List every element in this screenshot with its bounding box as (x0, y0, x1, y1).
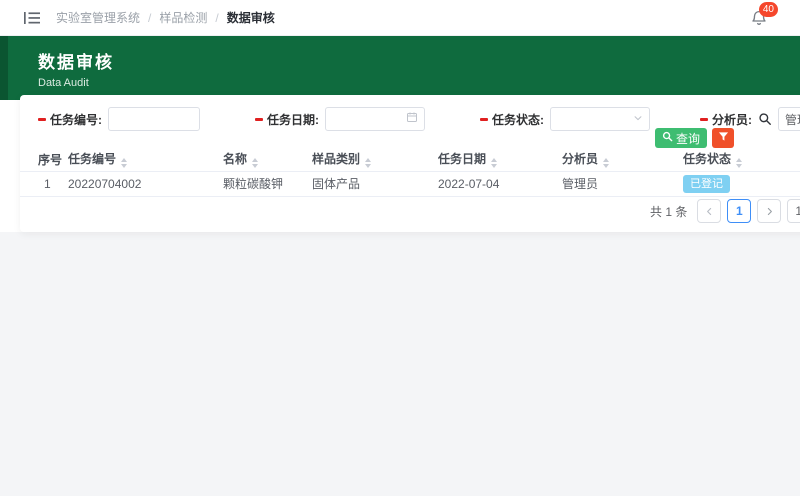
filter-task-no: 任务编号: (38, 107, 200, 131)
cell-task-no: 20220704002 (68, 171, 223, 196)
sort-icon[interactable] (736, 158, 742, 168)
col-seq: 序号 (20, 148, 68, 171)
results-table: 序号 任务编号 名称 样品类别 任务日期 分析员 任务状态 1 20220704… (20, 148, 800, 197)
analyst-label: 分析员: (712, 111, 752, 128)
advanced-filter-button[interactable] (712, 128, 734, 148)
sort-icon[interactable] (121, 158, 127, 168)
col-status[interactable]: 任务状态 (683, 148, 800, 171)
cell-seq: 1 (20, 171, 68, 196)
calendar-icon (406, 110, 418, 128)
search-icon (662, 131, 673, 145)
analyst-input[interactable] (778, 107, 800, 131)
breadcrumb-separator: / (148, 11, 151, 25)
sort-icon[interactable] (365, 158, 371, 168)
sort-icon[interactable] (603, 158, 609, 168)
pagination-page-1[interactable]: 1 (727, 199, 751, 223)
breadcrumb-item-system[interactable]: 实验室管理系统 (56, 9, 140, 26)
task-date-label: 任务日期: (267, 111, 319, 128)
task-status-select[interactable] (550, 107, 650, 131)
breadcrumb-separator: / (215, 11, 218, 25)
task-status-label: 任务状态: (492, 111, 544, 128)
sort-icon[interactable] (491, 158, 497, 168)
page-size-select[interactable]: 10 (787, 199, 800, 223)
analyst-search-icon[interactable] (758, 112, 772, 126)
required-mark (255, 118, 263, 121)
page-subtitle: Data Audit (38, 77, 800, 89)
chevron-down-icon (633, 110, 643, 128)
pagination-prev-button[interactable] (697, 199, 721, 223)
cell-analyst: 管理员 (562, 171, 683, 196)
status-badge: 已登记 (683, 175, 730, 193)
col-analyst[interactable]: 分析员 (562, 148, 683, 171)
cell-status: 已登记 (683, 171, 800, 196)
task-no-input[interactable] (108, 107, 200, 131)
funnel-icon (718, 131, 729, 145)
cell-category: 固体产品 (312, 171, 438, 196)
col-date[interactable]: 任务日期 (438, 148, 562, 171)
search-button[interactable]: 查询 (655, 128, 707, 148)
filter-task-date: 任务日期: (255, 107, 425, 131)
search-button-label: 查询 (676, 130, 700, 147)
data-audit-card: 任务编号: 任务日期: 任务状态: 分析员: (20, 95, 800, 232)
cell-name: 颗粒碳酸钾 (223, 171, 312, 196)
task-no-label: 任务编号: (50, 111, 102, 128)
breadcrumb: 实验室管理系统 / 样品检测 / 数据审核 (56, 9, 275, 26)
col-name[interactable]: 名称 (223, 148, 312, 171)
col-task-no[interactable]: 任务编号 (68, 148, 223, 171)
breadcrumb-item-current: 数据审核 (227, 9, 275, 26)
sort-icon[interactable] (252, 158, 258, 168)
required-mark (700, 118, 708, 121)
col-category[interactable]: 样品类别 (312, 148, 438, 171)
table-header-row: 序号 任务编号 名称 样品类别 任务日期 分析员 任务状态 (20, 148, 800, 171)
page-header-accent-strip (0, 36, 8, 100)
pagination-total: 共 1 条 (650, 203, 687, 220)
required-mark (480, 118, 488, 121)
cell-date: 2022-07-04 (438, 171, 562, 196)
chevron-left-icon (705, 207, 714, 216)
pagination: 共 1 条 1 10 (650, 199, 800, 223)
page-title: 数据审核 (38, 48, 800, 73)
menu-fold-icon[interactable] (24, 11, 40, 25)
breadcrumb-item-sample-testing[interactable]: 样品检测 (159, 9, 207, 26)
required-mark (38, 118, 46, 121)
notification-count-badge: 40 (759, 2, 778, 17)
filter-task-status: 任务状态: (480, 107, 650, 131)
page-header: 数据审核 Data Audit (0, 36, 800, 100)
task-date-input[interactable] (325, 107, 425, 131)
chevron-right-icon (765, 207, 774, 216)
table-row: 1 20220704002 颗粒碳酸钾 固体产品 2022-07-04 管理员 … (20, 171, 800, 196)
topbar: 实验室管理系统 / 样品检测 / 数据审核 40 (0, 0, 800, 36)
pagination-next-button[interactable] (757, 199, 781, 223)
